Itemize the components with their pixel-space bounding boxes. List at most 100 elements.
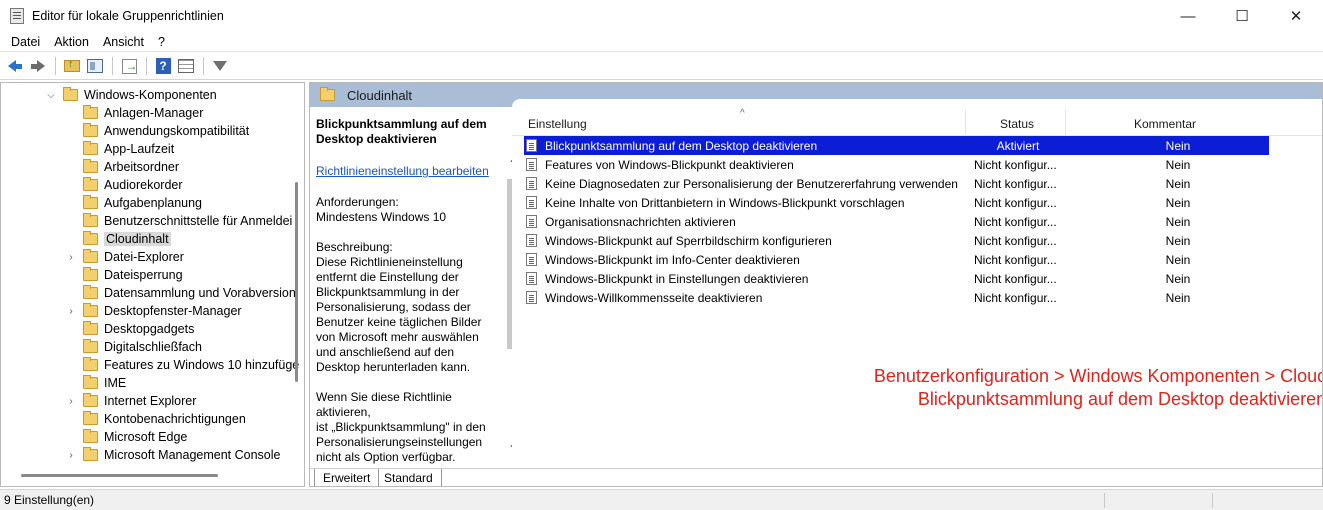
annotation-policy: Blickpunktsammlung auf dem Desktop deakt…: [917, 389, 1323, 409]
chevron-right-icon[interactable]: ›: [65, 449, 77, 461]
tree-item[interactable]: Digitalschließfach: [65, 338, 202, 356]
chevron-right-icon[interactable]: ›: [65, 251, 77, 263]
folder-icon: [83, 357, 98, 371]
folder-icon: [83, 339, 98, 353]
chevron-right-icon[interactable]: ›: [65, 305, 77, 317]
table-row[interactable]: Windows-Blickpunkt im Info-Center deakti…: [524, 250, 1269, 269]
tree-item[interactable]: Microsoft Edge: [65, 428, 187, 446]
column-headers: ^ Einstellung Status Kommentar: [512, 108, 1322, 136]
filter-button[interactable]: [209, 55, 231, 77]
close-button[interactable]: ✕: [1269, 0, 1323, 32]
scrollbar-thumb[interactable]: [295, 182, 298, 382]
chevron-down-icon[interactable]: ⌵: [45, 89, 57, 101]
setting-status: Nicht konfigur...: [974, 272, 1057, 286]
column-header-comment[interactable]: Kommentar: [1134, 117, 1196, 131]
tree-item[interactable]: Arbeitsordner: [65, 158, 179, 176]
forward-arrow-icon: [31, 60, 45, 72]
tree-item-label: Microsoft Management Console: [104, 448, 281, 462]
tree-vertical-scrollbar[interactable]: [289, 84, 304, 470]
column-divider[interactable]: [1065, 110, 1066, 136]
setting-comment: Nein: [1165, 158, 1191, 172]
table-row[interactable]: Keine Inhalte von Drittanbietern in Wind…: [524, 193, 1269, 212]
tree-item-windows-komponenten[interactable]: ⌵ Windows-Komponenten: [45, 86, 217, 104]
policy-setting-icon: [526, 158, 537, 171]
requirements-text: Anforderungen: Mindestens Windows 10: [316, 195, 447, 224]
policy-setting-icon: [526, 272, 537, 285]
tree-pane: ⌵ Windows-Komponenten Anlagen-Manager Anw…: [0, 82, 305, 487]
table-row[interactable]: Keine Diagnosedaten zur Personalisierung…: [524, 174, 1269, 193]
tree-item[interactable]: Audiorekorder: [65, 176, 183, 194]
policy-setting-icon: [526, 291, 537, 304]
tree-item[interactable]: Benutzerschnittstelle für Anmeldei: [65, 212, 292, 230]
show-tree-button[interactable]: [84, 55, 106, 77]
tree-item[interactable]: › Datei-Explorer: [65, 248, 184, 266]
tree-item-label: Benutzerschnittstelle für Anmeldei: [104, 214, 293, 228]
folder-icon: [83, 321, 98, 335]
table-row[interactable]: Organisationsnachrichten aktivieren Nicht…: [524, 212, 1269, 231]
tree-item-label: IME: [104, 376, 127, 390]
tree-item[interactable]: Dateisperrung: [65, 266, 183, 284]
folder-icon: [83, 105, 98, 119]
back-button[interactable]: [4, 55, 26, 77]
tree-item[interactable]: IME: [65, 374, 126, 392]
tree-item[interactable]: Desktopgadgets: [65, 320, 194, 338]
policy-setting-icon: [526, 196, 537, 209]
tree-item[interactable]: Kontobenachrichtigungen: [65, 410, 246, 428]
setting-comment: Nein: [1165, 234, 1191, 248]
setting-name: Keine Diagnosedaten zur Personalisierung…: [545, 177, 958, 191]
column-header-setting[interactable]: Einstellung: [528, 117, 587, 131]
tree-horizontal-scrollbar[interactable]: [21, 474, 218, 477]
setting-name: Keine Inhalte von Drittanbietern in Wind…: [545, 196, 905, 210]
setting-name: Windows-Blickpunkt in Einstellungen deak…: [545, 272, 809, 286]
properties-icon: [178, 59, 194, 73]
table-row[interactable]: Windows-Willkommensseite deaktivieren Nic…: [524, 288, 1269, 307]
column-header-status[interactable]: Status: [1000, 117, 1034, 131]
tree-item[interactable]: › Microsoft Management Console: [65, 446, 280, 464]
tree-item[interactable]: Datensammlung und Vorabversion: [65, 284, 296, 302]
status-divider: [1104, 493, 1105, 508]
menu-datei[interactable]: Datei: [4, 35, 47, 49]
folder-icon: [83, 123, 98, 137]
tree-item[interactable]: Anwendungskompatibilität: [65, 122, 249, 140]
chevron-right-icon[interactable]: ›: [65, 395, 77, 407]
folder-up-button[interactable]: [61, 55, 83, 77]
edit-policy-link[interactable]: Richtlinieneinstellung bearbeiten: [316, 164, 489, 178]
table-row[interactable]: Blickpunktsammlung auf dem Desktop deakt…: [524, 136, 1269, 155]
tree-item[interactable]: Cloudinhalt: [65, 230, 171, 248]
table-row[interactable]: Windows-Blickpunkt in Einstellungen deak…: [524, 269, 1269, 288]
tree-item[interactable]: › Desktopfenster-Manager: [65, 302, 242, 320]
setting-name: Windows-Willkommensseite deaktivieren: [545, 291, 763, 305]
tab-standard[interactable]: Standard: [376, 469, 442, 486]
table-row[interactable]: Windows-Blickpunkt auf Sperrbildschirm k…: [524, 231, 1269, 250]
tree-item[interactable]: › Internet Explorer: [65, 392, 196, 410]
minimize-button[interactable]: —: [1161, 0, 1215, 32]
forward-button[interactable]: [27, 55, 49, 77]
view-tabs: Erweitert Standard: [310, 468, 1322, 486]
help-button[interactable]: ?: [152, 55, 174, 77]
policy-setting-icon: [526, 253, 537, 266]
table-row[interactable]: Features von Windows-Blickpunkt deaktivi…: [524, 155, 1269, 174]
folder-icon: [83, 375, 98, 389]
menu-ansicht[interactable]: Ansicht: [96, 35, 151, 49]
folder-icon: [83, 447, 98, 461]
tree-item[interactable]: Anlagen-Manager: [65, 104, 203, 122]
tab-erweitert[interactable]: Erweitert: [314, 469, 380, 486]
title-bar: Editor für lokale Gruppenrichtlinien — ☐…: [0, 0, 1323, 32]
column-divider[interactable]: [965, 110, 966, 136]
properties-button[interactable]: [175, 55, 197, 77]
export-list-button[interactable]: [118, 55, 140, 77]
tree-item[interactable]: Aufgabenplanung: [65, 194, 202, 212]
tree-item-label: Audiorekorder: [104, 178, 183, 192]
tree-item[interactable]: Features zu Windows 10 hinzufüge: [65, 356, 299, 374]
menu-help[interactable]: ?: [151, 35, 172, 49]
tree-item-label: Desktopfenster-Manager: [104, 304, 242, 318]
maximize-button[interactable]: ☐: [1215, 0, 1269, 32]
menu-aktion[interactable]: Aktion: [47, 35, 96, 49]
tree-item[interactable]: App-Laufzeit: [65, 140, 174, 158]
